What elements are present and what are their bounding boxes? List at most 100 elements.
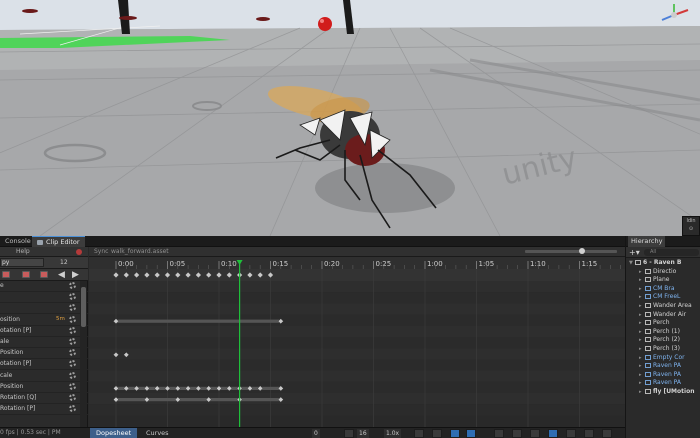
add-object-icon[interactable]: +▾	[629, 247, 640, 258]
dopesheet[interactable]: 0:00 0:05 0:10 0:15 0:20 0:25 1:00 1:05 1:10 1:15	[89, 257, 625, 427]
last-frame-icon[interactable]	[584, 429, 594, 438]
property-row[interactable]: osition 5m	[0, 315, 88, 326]
hierarchy-item-label: Plane	[653, 276, 670, 284]
property-row[interactable]: e	[0, 281, 88, 292]
scene-view[interactable]: unity ldin ⊙	[0, 0, 700, 236]
hierarchy-tab-bar: Hierarchy	[626, 236, 700, 247]
gear-icon[interactable]	[69, 382, 76, 390]
frame-count-field[interactable]: 16	[357, 429, 369, 438]
gear-icon[interactable]	[69, 326, 76, 334]
property-row[interactable]: Rotation [Q]	[0, 393, 88, 404]
hierarchy-search-input[interactable]: All	[644, 249, 699, 256]
window-tabs: Console Clip Editor	[0, 236, 625, 247]
hierarchy-item-label: Directio	[653, 267, 677, 275]
timeline-panel[interactable]: Sync walk_forward.asset 0:00 0:05 0:10 0:15…	[89, 247, 625, 427]
gear-icon[interactable]	[69, 371, 76, 379]
add-key-selected-icon[interactable]	[22, 271, 30, 278]
tab-curves[interactable]: Curves	[140, 428, 175, 438]
tick-label: 1:00	[427, 260, 443, 268]
hierarchy-item[interactable]: ▸ Perch (1)	[626, 328, 700, 337]
property-row[interactable]: cale	[0, 371, 88, 382]
gear-icon[interactable]	[69, 282, 76, 289]
tab-dopesheet[interactable]: Dopesheet	[90, 428, 138, 438]
property-panel: Help py 12 ◀ ▶ e osition 5m otation [P] ale P…	[0, 247, 88, 427]
property-name: e	[0, 282, 4, 289]
hierarchy-item[interactable]: ▸ Raven PA	[626, 371, 700, 380]
tick-label: 0:10	[221, 260, 237, 268]
property-row[interactable]: Rotation [P]	[0, 404, 88, 416]
hierarchy-item[interactable]: ▸ Plane	[626, 276, 700, 285]
record-icon[interactable]	[76, 249, 82, 255]
tab-hierarchy[interactable]: Hierarchy	[628, 236, 666, 247]
hierarchy-item[interactable]: ▸ CM Bra	[626, 285, 700, 294]
property-row[interactable]: otation [P]	[0, 359, 88, 371]
gear-icon[interactable]	[69, 304, 76, 312]
track-row	[89, 325, 625, 337]
stop-icon[interactable]	[548, 429, 558, 438]
hierarchy-item[interactable]: ▸ fly [UMotion	[626, 388, 700, 397]
property-row[interactable]: Position	[0, 382, 88, 393]
animation-footer: 0 fps | 0.53 sec | PM Dopesheet Curves 0…	[0, 427, 625, 438]
gameobject-icon	[645, 389, 651, 394]
first-frame-icon[interactable]	[494, 429, 504, 438]
next-key-icon[interactable]: ▶	[72, 269, 79, 281]
snap-icon[interactable]	[414, 429, 424, 438]
next-frame-icon[interactable]	[566, 429, 576, 438]
hierarchy-item[interactable]: ▸ Perch (3)	[626, 345, 700, 354]
track-row	[89, 292, 625, 304]
hierarchy-item[interactable]: ▸ Perch	[626, 319, 700, 328]
tab-console[interactable]: Console	[0, 236, 36, 247]
hierarchy-item[interactable]: ▼ 6 - Raven B	[626, 259, 700, 268]
track-row	[89, 370, 625, 382]
gear-icon[interactable]	[69, 338, 76, 345]
gameobject-icon	[645, 268, 651, 274]
hierarchy-item[interactable]: ▸ Perch (2)	[626, 336, 700, 345]
zoom-slider[interactable]	[525, 248, 617, 254]
hierarchy-item-label: Raven PA	[653, 370, 682, 378]
start-frame-field[interactable]: 0	[312, 429, 320, 438]
loop-icon[interactable]	[344, 429, 354, 438]
scene-gizmo[interactable]	[652, 4, 696, 26]
property-scrollbar[interactable]	[80, 281, 87, 427]
zoom-handle[interactable]	[579, 248, 585, 254]
sync-icon[interactable]	[450, 429, 460, 438]
hierarchy-item[interactable]: ▸ Raven PA	[626, 362, 700, 371]
gear-icon[interactable]	[69, 293, 76, 301]
gear-icon[interactable]	[69, 315, 76, 323]
hierarchy-item[interactable]: ▸ Wander Area	[626, 302, 700, 311]
gear-icon[interactable]	[69, 349, 76, 357]
property-row[interactable]	[0, 303, 88, 315]
tick-label: 0:25	[376, 260, 392, 268]
tick-label: 1:05	[479, 260, 495, 268]
gear-icon[interactable]	[69, 394, 76, 401]
hierarchy-item[interactable]: ▸ CM FreeL	[626, 293, 700, 302]
hierarchy-item[interactable]: ▸ Empty Cor	[626, 354, 700, 363]
help-menu[interactable]: Help	[16, 248, 30, 255]
speed-field[interactable]: 1.0x	[384, 429, 402, 438]
fps-icon[interactable]	[466, 429, 476, 438]
prev-key-icon[interactable]: ◀	[58, 269, 65, 281]
frame-field[interactable]: 12	[60, 258, 84, 267]
clip-dropdown[interactable]: py	[0, 258, 44, 267]
hierarchy-item-label: 6 - Raven B	[643, 259, 682, 266]
scene-view-overlay[interactable]: ldin ⊙	[682, 216, 700, 236]
hierarchy-item[interactable]: ▸ Raven PA	[626, 379, 700, 388]
prev-frame-icon[interactable]	[512, 429, 522, 438]
magnet-icon[interactable]	[432, 429, 442, 438]
tick-label: 1:15	[582, 260, 598, 268]
hierarchy-item-label: Wander Air	[653, 310, 687, 318]
gear-icon[interactable]	[69, 360, 76, 368]
property-row[interactable]	[0, 292, 88, 304]
property-row[interactable]: otation [P]	[0, 326, 88, 337]
clip-editor-icon	[37, 239, 43, 245]
record-mode-icon[interactable]	[602, 429, 612, 438]
gear-icon[interactable]	[69, 405, 76, 413]
add-key-icon[interactable]	[2, 271, 10, 278]
property-row[interactable]: ale	[0, 337, 88, 348]
tab-clip-editor[interactable]: Clip Editor	[32, 236, 85, 247]
hierarchy-item[interactable]: ▸ Wander Air	[626, 311, 700, 320]
play-icon[interactable]	[530, 429, 540, 438]
hierarchy-item[interactable]: ▸ Directio	[626, 268, 700, 277]
property-row[interactable]: Position	[0, 348, 88, 360]
remove-key-icon[interactable]	[40, 271, 48, 278]
